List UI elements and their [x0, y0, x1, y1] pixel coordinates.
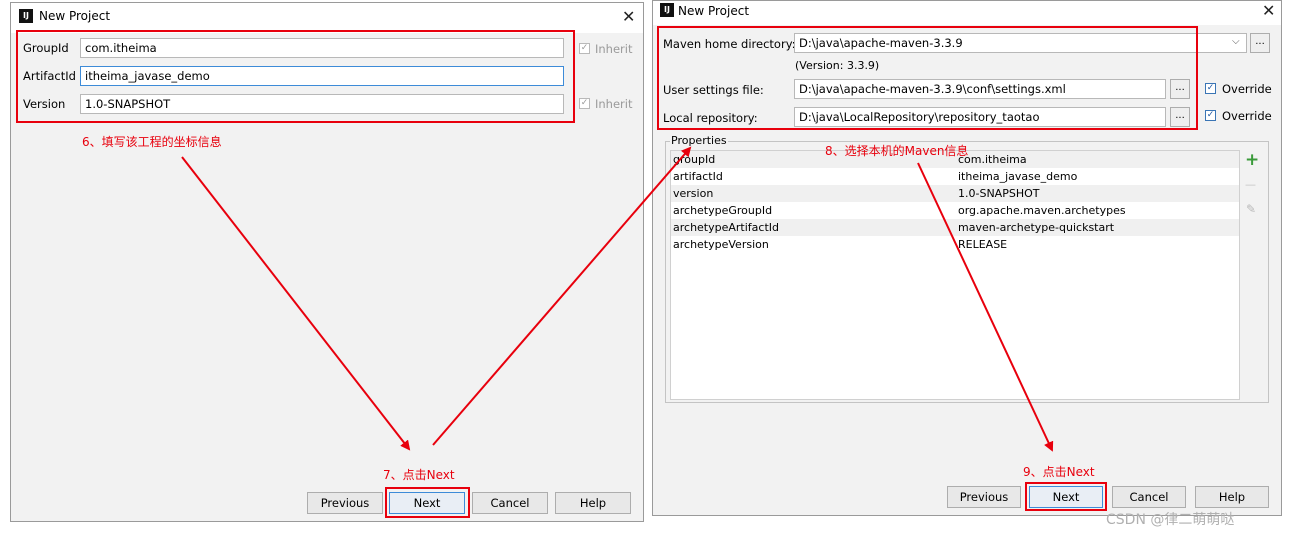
- step8-annotation: 8、选择本机的Maven信息: [825, 144, 969, 158]
- arrow-to-right-next: [917, 162, 1054, 452]
- step6-annotation: 6、填写该工程的坐标信息: [82, 135, 222, 149]
- arrow-to-right-dialog: [432, 146, 692, 446]
- arrow-to-left-next: [181, 156, 411, 451]
- step9-annotation: 9、点击Next: [1023, 465, 1095, 479]
- csdn-watermark: CSDN @律二萌萌哒: [1106, 512, 1235, 528]
- annotation-arrows: [181, 146, 1054, 452]
- step7-annotation: 7、点击Next: [383, 468, 455, 482]
